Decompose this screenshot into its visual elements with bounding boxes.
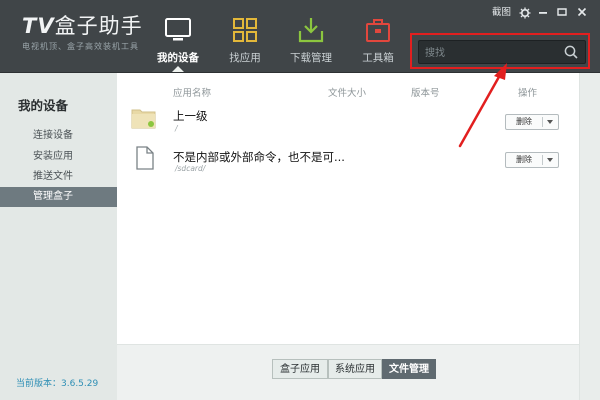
logo-title-rest: 盒子助手 [54,14,143,38]
chevron-down-icon[interactable] [547,158,553,162]
sidebar-item-connect-device[interactable]: 连接设备 [0,126,117,146]
nav-label: 下载管理 [290,52,332,64]
sidebar-item-push-files[interactable]: 推送文件 [0,167,117,187]
gear-icon[interactable] [519,6,533,20]
nav-label: 找应用 [229,52,261,64]
delete-dropdown-button[interactable]: 删除 [505,114,559,130]
logo-subtitle: 电视机顶、盒子高效装机工具 [22,42,139,51]
app-logo: TV盒子助手 电视机顶、盒子高效装机工具 [22,14,143,52]
delete-button-label: 删除 [516,155,532,164]
row-path: / [175,124,178,133]
monitor-icon [164,16,192,44]
row-path: /sdcard/ [175,164,206,173]
column-header-action: 操作 [518,88,538,99]
column-header-size: 文件大小 [328,88,367,99]
vertical-scrollbar[interactable] [579,73,600,400]
feedback-link[interactable]: 截图 [492,6,511,20]
row-name[interactable]: 不是内部或外部命令，也不是可... [173,149,345,165]
app-window: TV盒子助手 电视机顶、盒子高效装机工具 我的设备 找应用 下载管理 工具箱 截… [0,0,600,400]
delete-dropdown-button[interactable]: 删除 [505,152,559,168]
chevron-down-icon[interactable] [547,120,553,124]
minimize-icon[interactable] [538,6,550,20]
logo-title: TV盒子助手 [22,14,143,38]
app-grid-icon [231,16,259,44]
tab-file-manager[interactable]: 文件管理 [382,359,436,379]
sidebar-item-install-apps[interactable]: 安装应用 [0,147,117,167]
sidebar-item-manage-box[interactable]: 管理盒子 [0,187,117,207]
logo-title-prefix: TV [22,14,55,38]
column-header-version: 版本号 [411,88,440,99]
tab-box-apps[interactable]: 盒子应用 [272,359,328,379]
tab-system-apps[interactable]: 系统应用 [328,359,382,379]
row-name[interactable]: 上一级 [173,108,208,124]
version-label: 当前版本：3.6.5.29 [16,379,99,389]
file-icon [136,146,154,173]
nav-label: 我的设备 [157,52,199,64]
nav-my-device[interactable]: 我的设备 [143,0,213,72]
sidebar-title: 我的设备 [18,98,69,113]
nav-toolbox[interactable]: 工具箱 [343,0,413,72]
sidebar: 我的设备 连接设备 安装应用 推送文件 管理盒子 [0,73,117,400]
download-icon [297,16,325,44]
folder-icon [131,107,157,132]
annotation-highlight-box [410,33,590,69]
delete-button-label: 删除 [516,117,532,126]
bottom-tab-bar: 盒子应用 系统应用 文件管理 [117,344,579,400]
close-icon[interactable] [577,6,589,20]
nav-download-manager[interactable]: 下载管理 [276,0,346,72]
nav-label: 工具箱 [362,52,394,64]
button-divider [542,117,543,127]
column-header-name: 应用名称 [173,88,212,99]
skin-icon[interactable] [557,6,569,20]
button-divider [542,155,543,165]
toolbox-icon [364,16,392,44]
nav-find-apps[interactable]: 找应用 [210,0,280,72]
